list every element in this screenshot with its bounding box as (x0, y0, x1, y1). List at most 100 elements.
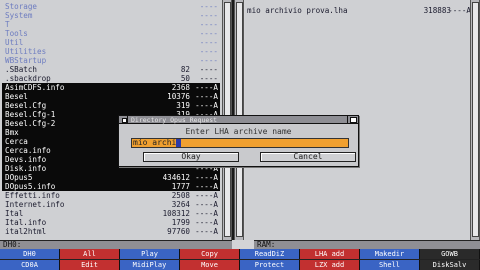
file-name: AsimCDFS.info (5, 83, 65, 92)
file-size: 1799 (171, 218, 190, 227)
bank-button[interactable]: Shell (360, 260, 420, 270)
file-size: 319 (176, 101, 190, 110)
list-item[interactable]: Storage ---- (2, 2, 220, 11)
bank-button[interactable]: ReadDiZ (240, 249, 300, 259)
file-name: .SBatch (5, 65, 38, 74)
file-name: Disk.info (5, 164, 47, 173)
file-protection: ---- (199, 20, 218, 29)
file-name: WBStartup (5, 56, 47, 65)
file-protection: ----A (448, 6, 471, 15)
file-protection: ---- (199, 29, 218, 38)
bank-button[interactable]: GOWB (420, 249, 480, 259)
list-item[interactable]: System ---- (2, 11, 220, 20)
archive-name-input[interactable]: mio archi (131, 138, 349, 148)
list-item[interactable]: Internet.info 3264 ----A (2, 200, 220, 209)
file-protection: ----A (195, 92, 218, 101)
file-size: 97760 (167, 227, 190, 236)
list-item[interactable]: DOpus5.info 1777 ----A (2, 182, 220, 191)
right-edge-scrollbar-thumb[interactable] (472, 2, 479, 237)
bank-button[interactable]: Move (180, 260, 240, 270)
file-size: 1777 (171, 182, 190, 191)
file-name: Utilities (5, 47, 47, 56)
lha-archive-dialog: Directory Opus Request Enter LHA archive… (118, 115, 359, 167)
bank-button[interactable]: DH0 (0, 249, 60, 259)
file-name: Storage (5, 2, 38, 11)
left-path-field[interactable]: DH0: (0, 240, 232, 249)
list-item[interactable]: WBStartup ---- (2, 56, 220, 65)
file-protection: ---- (199, 65, 218, 74)
bank-button[interactable]: Play (120, 249, 180, 259)
file-size: 108312 (162, 209, 190, 218)
list-item[interactable]: Effetti.info 2508 ----A (2, 191, 220, 200)
bank-button[interactable]: Makedir (360, 249, 420, 259)
file-name: System (5, 11, 33, 20)
bank-button[interactable]: All (60, 249, 120, 259)
right-edge-scrollbar[interactable] (470, 0, 480, 240)
file-name: Cerca.info (5, 146, 51, 155)
file-protection: ----A (195, 218, 218, 227)
bank-button[interactable]: LHA add (300, 249, 360, 259)
file-size: 2368 (171, 83, 190, 92)
list-item[interactable]: Ital.info 1799 ----A (2, 218, 220, 227)
button-bank: DH0 All Play Copy ReadDiZ LHA add Makedir GOWB C… (0, 249, 480, 270)
list-item[interactable]: Ital 108312 ----A (2, 209, 220, 218)
file-name: T (5, 20, 10, 29)
bank-button[interactable]: Copy (180, 249, 240, 259)
file-name: Internet.info (5, 200, 65, 209)
file-name: Besel.Cfg-1 (5, 110, 56, 119)
list-item[interactable]: .sbackdrop 50 ---- (2, 74, 220, 83)
file-size: 50 (180, 74, 190, 83)
file-protection: ----A (195, 191, 218, 200)
file-protection: ----A (195, 182, 218, 191)
file-name: Effetti.info (5, 191, 60, 200)
archive-name-value: mio archi (133, 138, 177, 147)
file-size: 318883 (423, 6, 451, 15)
file-protection: ---- (199, 56, 218, 65)
list-item[interactable]: Util ---- (2, 38, 220, 47)
list-item[interactable]: mio archivio prova.lha 318883 ----A (247, 6, 473, 15)
file-protection: ----A (195, 83, 218, 92)
cancel-button[interactable]: Cancel (260, 152, 356, 162)
depth-gadget-icon[interactable] (347, 116, 357, 123)
bank-button[interactable]: Protect (240, 260, 300, 270)
file-name: DOpus5 (5, 173, 33, 182)
dialog-title: Directory Opus Request (131, 116, 218, 124)
list-item[interactable]: DOpus5 434612 ----A (2, 173, 220, 182)
list-item[interactable]: ital2html 97760 ----A (2, 227, 220, 236)
bank-button[interactable]: CD0A (0, 260, 60, 270)
file-name: Besel (5, 92, 28, 101)
file-size: 3264 (171, 200, 190, 209)
file-name: DOpus5.info (5, 182, 56, 191)
list-item[interactable]: .SBatch 82 ---- (2, 65, 220, 74)
file-protection: ----A (195, 227, 218, 236)
dialog-titlebar[interactable]: Directory Opus Request (119, 116, 358, 124)
file-name: Cerca (5, 137, 28, 146)
file-name: Bmx (5, 128, 19, 137)
file-protection: ---- (199, 47, 218, 56)
bank-button[interactable]: DiskSalv (420, 260, 480, 270)
file-protection: ---- (199, 38, 218, 47)
file-name: Ital.info (5, 218, 47, 227)
file-name: Devs.info (5, 155, 47, 164)
bank-button[interactable]: MidiPlay (120, 260, 180, 270)
text-cursor (176, 139, 182, 147)
file-name: Besel.Cfg-2 (5, 119, 56, 128)
file-protection: ---- (199, 74, 218, 83)
bank-button[interactable]: LZX add (300, 260, 360, 270)
list-item[interactable]: Utilities ---- (2, 47, 220, 56)
list-item[interactable]: AsimCDFS.info 2368 ----A (2, 83, 220, 92)
dialog-message: Enter LHA archive name (185, 127, 292, 136)
close-gadget-icon[interactable] (120, 116, 128, 123)
file-protection: ----A (195, 173, 218, 182)
list-item[interactable]: Besel.Cfg 319 ----A (2, 101, 220, 110)
file-protection: ---- (199, 11, 218, 20)
file-name: Besel.Cfg (5, 101, 47, 110)
bank-button[interactable]: Edit (60, 260, 120, 270)
right-path-field[interactable]: RAM: (254, 240, 480, 249)
okay-button[interactable]: Okay (143, 152, 239, 162)
list-item[interactable]: T ---- (2, 20, 220, 29)
list-item[interactable]: Besel 10376 ----A (2, 92, 220, 101)
list-item[interactable]: Tools ---- (2, 29, 220, 38)
file-protection: ----A (195, 200, 218, 209)
file-protection: ----A (195, 209, 218, 218)
